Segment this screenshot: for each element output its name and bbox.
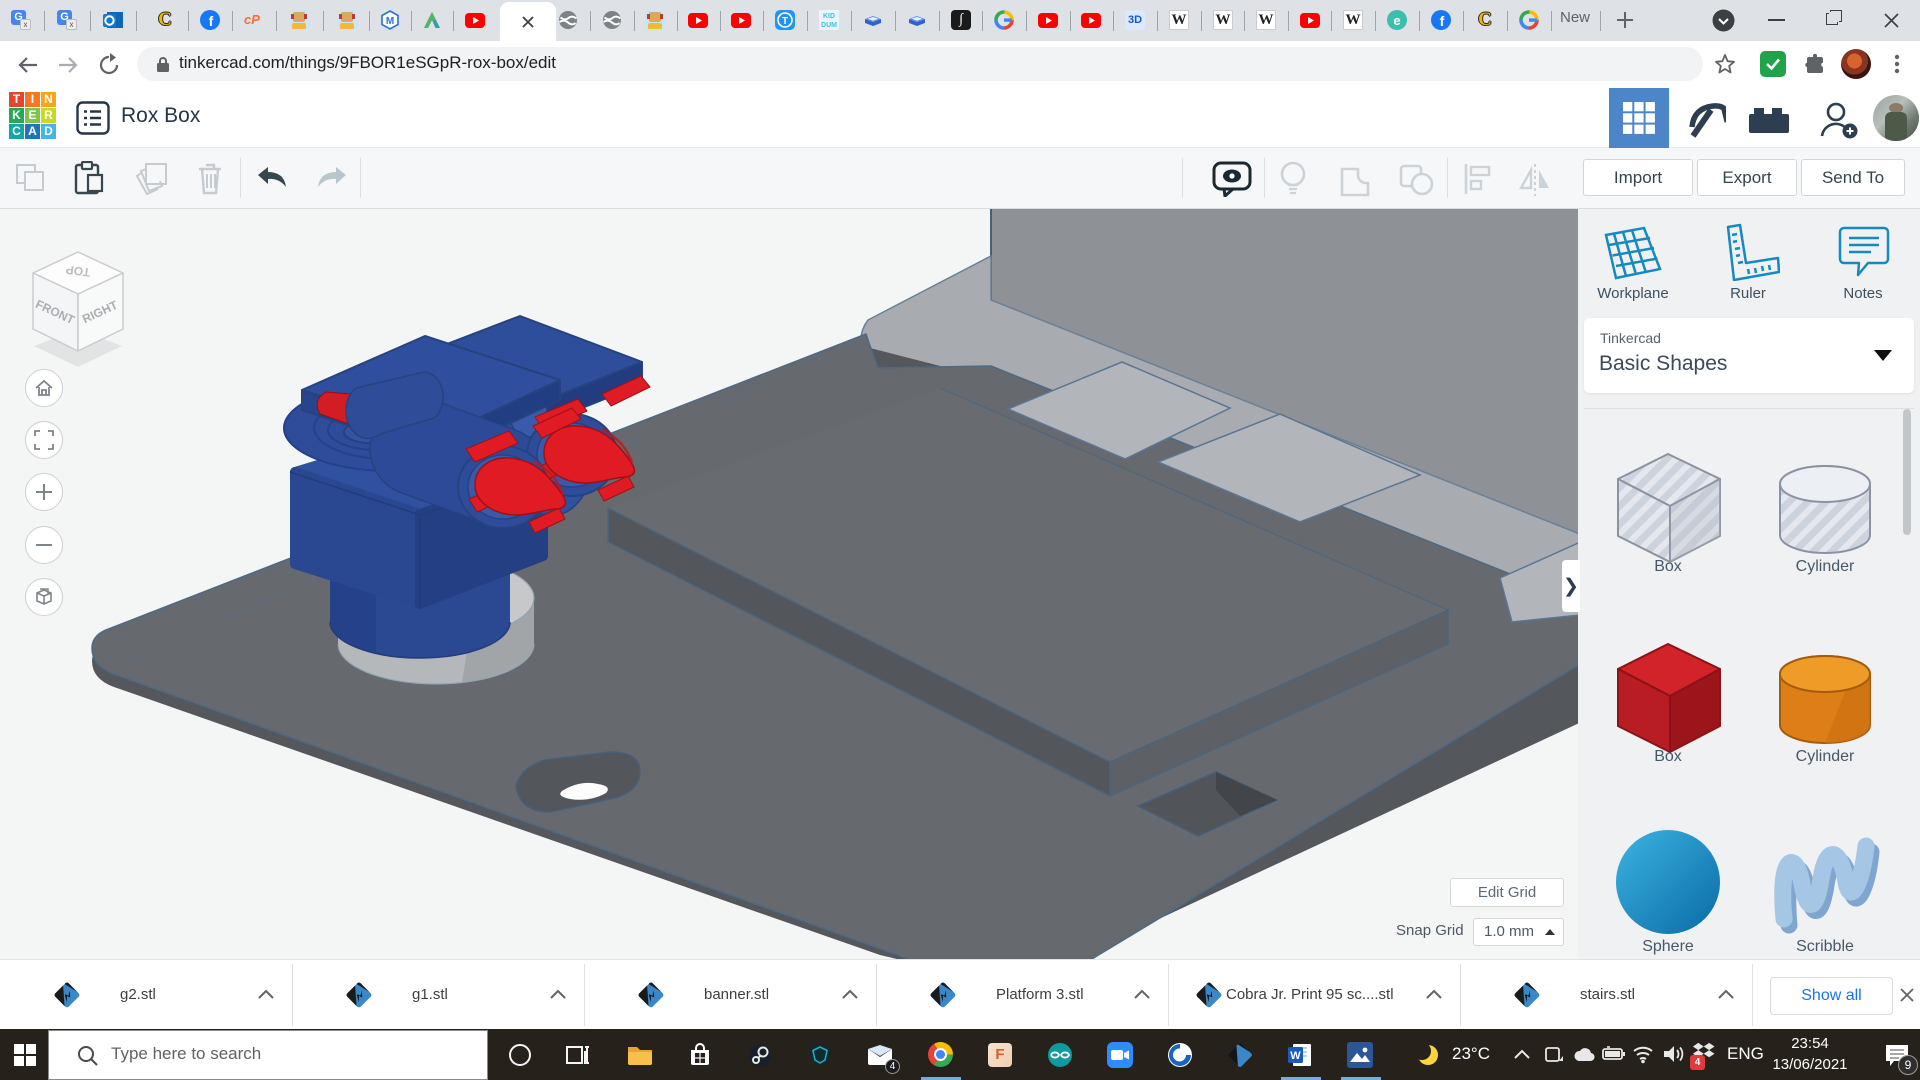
- svg-text:f: f: [209, 13, 214, 29]
- svg-text:W: W: [1290, 1050, 1301, 1062]
- svg-text:T: T: [782, 16, 788, 27]
- svg-text:M: M: [386, 16, 394, 27]
- svg-text:f: f: [1440, 13, 1445, 29]
- svg-text:TOP: TOP: [65, 263, 91, 280]
- svg-text:e: e: [1393, 13, 1400, 28]
